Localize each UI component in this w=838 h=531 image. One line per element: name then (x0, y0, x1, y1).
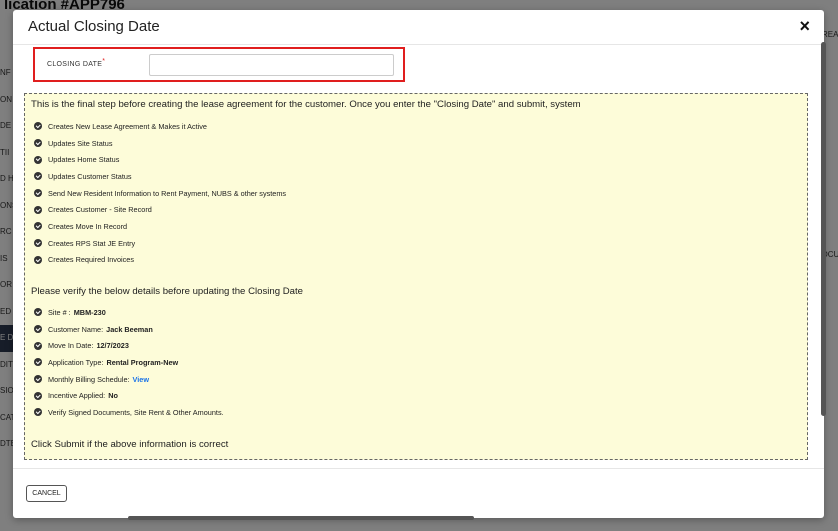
closing-date-field-group: CLOSING DATE* (33, 47, 405, 82)
horizontal-scrollbar[interactable] (128, 516, 474, 520)
required-marker: * (102, 58, 106, 65)
detail-verify-documents: Verify Signed Documents, Site Rent & Oth… (34, 404, 224, 421)
modal-title: Actual Closing Date (28, 18, 160, 35)
list-item: Creates Required Invoices (34, 252, 286, 269)
check-circle-icon (34, 222, 42, 231)
check-circle-icon (34, 139, 42, 148)
cancel-button[interactable]: CANCEL (26, 485, 67, 502)
closing-date-label: CLOSING DATE* (47, 58, 106, 68)
closing-info-panel: This is the final step before creating t… (24, 93, 808, 460)
detail-application-type: Application Type: Rental Program-New (34, 354, 224, 371)
close-icon[interactable]: × (799, 16, 810, 36)
list-item: Creates New Lease Agreement & Makes it A… (34, 118, 286, 135)
check-circle-icon (34, 155, 42, 164)
check-circle-icon (34, 341, 42, 350)
modal-footer: CANCEL (13, 468, 824, 519)
list-item: Creates RPS Stat JE Entry (34, 235, 286, 252)
list-item: Send New Resident Information to Rent Pa… (34, 185, 286, 202)
check-circle-icon (34, 391, 42, 400)
list-item: Updates Home Status (34, 151, 286, 168)
verify-details-list: Site # : MBM-230 Customer Name: Jack Beema… (34, 304, 224, 421)
check-circle-icon (34, 408, 42, 417)
detail-customer-name: Customer Name: Jack Beeman (34, 321, 224, 338)
check-circle-icon (34, 189, 42, 198)
verify-heading: Please verify the below details before u… (31, 286, 303, 297)
detail-move-in-date: Move In Date: 12/7/2023 (34, 337, 224, 354)
check-circle-icon (34, 375, 42, 384)
check-circle-icon (34, 122, 42, 131)
check-circle-icon (34, 255, 42, 264)
list-item: Creates Customer - Site Record (34, 201, 286, 218)
vertical-scrollbar[interactable] (821, 42, 826, 416)
list-item: Creates Move In Record (34, 218, 286, 235)
detail-billing-schedule: Monthly Billing Schedule: View (34, 371, 224, 388)
check-circle-icon (34, 308, 42, 317)
modal-header: Actual Closing Date × (13, 10, 824, 45)
check-circle-icon (34, 205, 42, 214)
system-steps-list: Creates New Lease Agreement & Makes it A… (34, 118, 286, 268)
check-circle-icon (34, 239, 42, 248)
check-circle-icon (34, 325, 42, 334)
panel-intro-text: This is the final step before creating t… (31, 99, 581, 110)
list-item: Updates Customer Status (34, 168, 286, 185)
closing-date-input[interactable] (149, 54, 394, 76)
detail-incentive-applied: Incentive Applied: No (34, 387, 224, 404)
list-item: Updates Site Status (34, 135, 286, 152)
check-circle-icon (34, 358, 42, 367)
submit-note: Click Submit if the above information is… (31, 439, 229, 450)
actual-closing-date-modal: Actual Closing Date × CLOSING DATE* This… (13, 10, 824, 518)
view-billing-schedule-link[interactable]: View (133, 375, 150, 384)
check-circle-icon (34, 172, 42, 181)
detail-site: Site # : MBM-230 (34, 304, 224, 321)
